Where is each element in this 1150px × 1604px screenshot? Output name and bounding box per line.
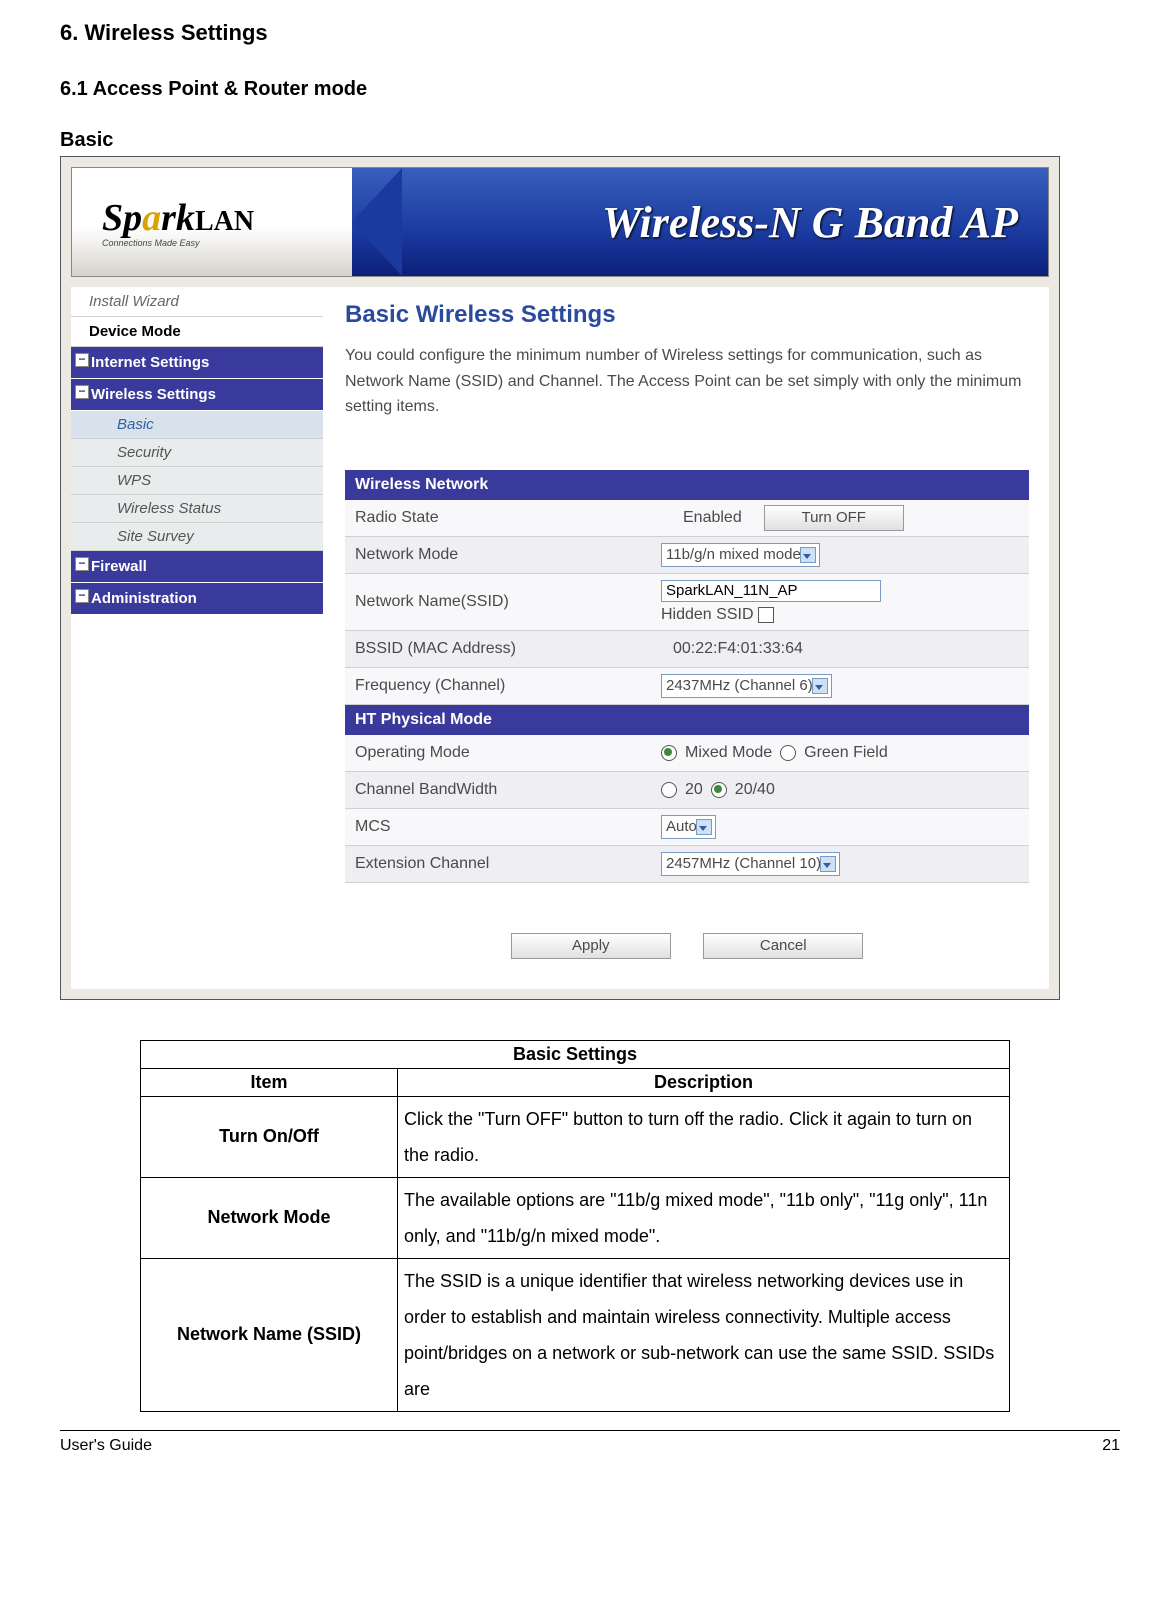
content-area: Basic Wireless Settings You could config… <box>323 287 1049 989</box>
heading-wireless-settings: 6. Wireless Settings <box>60 20 1060 46</box>
label-operating-mode: Operating Mode <box>345 738 655 768</box>
radio-bw-2040[interactable] <box>711 782 727 798</box>
sidebar: Install Wizard Device Mode Internet Sett… <box>71 287 323 989</box>
nav-sub-wireless-status[interactable]: Wireless Status <box>71 495 323 523</box>
nav-sub-site-survey[interactable]: Site Survey <box>71 523 323 551</box>
basic-settings-table: Basic Settings Item Description Turn On/… <box>140 1040 1010 1412</box>
extension-channel-value: 2457MHz (Channel 10) <box>666 855 821 872</box>
turn-off-button[interactable]: Turn OFF <box>764 505 904 531</box>
heading-mode: 6.1 Access Point & Router mode <box>60 78 1060 101</box>
nav-wireless-settings[interactable]: Wireless Settings <box>71 379 323 411</box>
content-title: Basic Wireless Settings <box>345 301 1029 329</box>
row-desc-2: The SSID is a unique identifier that wir… <box>398 1258 1010 1411</box>
nav-sub-basic[interactable]: Basic <box>71 411 323 439</box>
nav-firewall[interactable]: Firewall <box>71 551 323 583</box>
label-bw-2040: 20/40 <box>735 781 775 799</box>
section-ht-physical-mode: HT Physical Mode <box>345 705 1029 735</box>
label-bssid: BSSID (MAC Address) <box>345 634 655 664</box>
th-description: Description <box>398 1068 1010 1096</box>
section-wireless-network: Wireless Network <box>345 470 1029 500</box>
ssid-input[interactable] <box>661 580 881 602</box>
label-channel-bandwidth: Channel BandWidth <box>345 775 655 805</box>
footer-left: User's Guide <box>60 1437 152 1455</box>
nav-sub-wps[interactable]: WPS <box>71 467 323 495</box>
heading-basic: Basic <box>60 129 1060 152</box>
label-hidden-ssid: Hidden SSID <box>661 606 754 623</box>
brand-logo: SparkLAN Connections Made Easy <box>72 168 352 276</box>
radio-bw-20[interactable] <box>661 782 677 798</box>
network-mode-select[interactable]: 11b/g/n mixed mode <box>661 543 820 567</box>
nav-internet-settings[interactable]: Internet Settings <box>71 347 323 379</box>
th-item: Item <box>141 1068 398 1096</box>
value-radio-state: Enabled <box>661 509 756 527</box>
hidden-ssid-checkbox[interactable] <box>758 607 774 623</box>
brand-accent: a <box>142 197 161 239</box>
extension-channel-select[interactable]: 2457MHz (Channel 10) <box>661 852 840 876</box>
radio-green-field[interactable] <box>780 745 796 761</box>
brand-tail: LAN <box>195 206 254 237</box>
content-description: You could configure the minimum number o… <box>345 343 1029 420</box>
label-frequency: Frequency (Channel) <box>345 671 655 701</box>
label-network-mode: Network Mode <box>345 540 655 570</box>
label-ssid: Network Name(SSID) <box>345 587 655 617</box>
label-bw-20: 20 <box>685 781 703 799</box>
nav-install-wizard[interactable]: Install Wizard <box>71 287 323 317</box>
row-desc-0: Click the "Turn OFF" button to turn off … <box>398 1096 1010 1177</box>
cancel-button[interactable]: Cancel <box>703 933 863 959</box>
nav-sub-security[interactable]: Security <box>71 439 323 467</box>
banner: SparkLAN Connections Made Easy Wireless-… <box>71 167 1049 277</box>
row-item-1: Network Mode <box>141 1177 398 1258</box>
network-mode-value: 11b/g/n mixed mode <box>666 546 801 563</box>
frequency-value: 2437MHz (Channel 6) <box>666 677 813 694</box>
label-extension-channel: Extension Channel <box>345 849 655 879</box>
apply-button[interactable]: Apply <box>511 933 671 959</box>
brand-tagline: Connections Made Easy <box>102 238 254 248</box>
mcs-select[interactable]: Auto <box>661 815 716 839</box>
label-mcs: MCS <box>345 812 655 842</box>
row-desc-1: The available options are "11b/g mixed m… <box>398 1177 1010 1258</box>
table-caption: Basic Settings <box>141 1040 1010 1068</box>
nav-device-mode[interactable]: Device Mode <box>71 317 323 347</box>
brand-suffix: rk <box>161 197 195 239</box>
radio-mixed-mode[interactable] <box>661 745 677 761</box>
settings-screenshot: SparkLAN Connections Made Easy Wireless-… <box>60 156 1060 1000</box>
label-green-field: Green Field <box>804 744 888 762</box>
row-item-2: Network Name (SSID) <box>141 1258 398 1411</box>
frequency-select[interactable]: 2437MHz (Channel 6) <box>661 674 832 698</box>
label-radio-state: Radio State <box>345 503 655 533</box>
value-bssid: 00:22:F4:01:33:64 <box>661 640 803 658</box>
banner-slogan: Wireless-N G Band AP <box>352 168 1048 276</box>
mcs-value: Auto <box>666 818 697 835</box>
brand-prefix: Sp <box>102 197 142 239</box>
nav-administration[interactable]: Administration <box>71 583 323 615</box>
row-item-0: Turn On/Off <box>141 1096 398 1177</box>
page-number: 21 <box>1102 1437 1120 1455</box>
label-mixed-mode: Mixed Mode <box>685 744 772 762</box>
